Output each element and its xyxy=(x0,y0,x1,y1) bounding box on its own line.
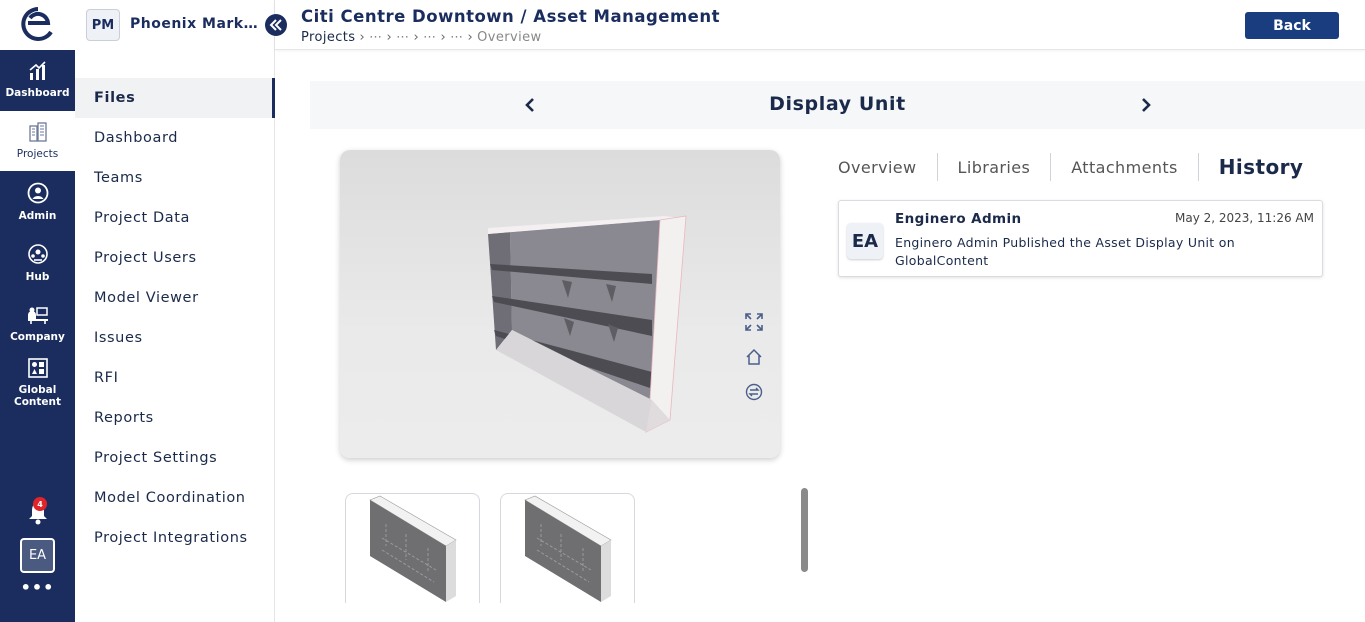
rail-label: Company xyxy=(10,331,65,343)
rail-label: Global Content xyxy=(13,384,62,408)
history-avatar: EA xyxy=(847,223,883,259)
breadcrumb-ellipsis[interactable]: ⋯ xyxy=(369,30,382,45)
double-chevron-left-icon xyxy=(269,19,282,31)
sidebar-item-reports[interactable]: Reports xyxy=(75,398,275,438)
admin-user-icon xyxy=(27,182,49,210)
history-entry: EA Enginero Admin May 2, 2023, 11:26 AM … xyxy=(838,200,1323,277)
rail-item-global-content[interactable]: Global Content xyxy=(0,355,75,411)
more-menu-button[interactable]: ••• xyxy=(0,578,75,597)
rail-item-company[interactable]: Company xyxy=(0,294,75,354)
thumbnail-model-image xyxy=(524,495,612,602)
display-unit-model xyxy=(488,215,687,433)
breadcrumb-ellipsis[interactable]: ⋯ xyxy=(450,30,463,45)
notification-badge: 4 xyxy=(33,497,47,511)
thumbnail-model-image xyxy=(369,495,457,602)
project-header: PM Phoenix Mark… xyxy=(75,0,275,50)
rail-label: Hub xyxy=(25,271,50,283)
project-badge: PM xyxy=(86,9,120,41)
tab-history[interactable]: History xyxy=(1199,153,1324,181)
enginero-logo[interactable] xyxy=(0,0,75,50)
rail-label: Projects xyxy=(16,148,59,160)
sidebar-item-project-users[interactable]: Project Users xyxy=(75,238,275,278)
sidebar-item-rfi[interactable]: RFI xyxy=(75,358,275,398)
project-name[interactable]: Phoenix Mark… xyxy=(130,16,258,32)
rail-item-hub[interactable]: Hub xyxy=(0,233,75,293)
project-nav-list: Files Dashboard Teams Project Data Proje… xyxy=(75,78,275,558)
sidebar-item-project-integrations[interactable]: Project Integrations xyxy=(75,518,275,558)
breadcrumb-separator: › xyxy=(386,30,393,45)
asset-title: Display Unit xyxy=(769,93,906,115)
rail-item-dashboard[interactable]: Dashboard xyxy=(0,50,75,110)
rail-item-admin[interactable]: Admin xyxy=(0,172,75,232)
sidebar-item-project-data[interactable]: Project Data xyxy=(75,198,275,238)
history-message: Enginero Admin Published the Asset Displ… xyxy=(895,235,1235,268)
thumbnail-scrollbar[interactable] xyxy=(801,488,808,572)
rail-label: Admin xyxy=(18,210,57,222)
breadcrumb-current: Overview xyxy=(477,30,542,45)
history-user-name: Enginero Admin xyxy=(895,211,1022,227)
project-sidebar: PM Phoenix Mark… Files Dashboard Teams P… xyxy=(75,0,275,622)
breadcrumb-ellipsis[interactable]: ⋯ xyxy=(396,30,409,45)
breadcrumb-separator: › xyxy=(467,30,474,45)
history-timestamp: May 2, 2023, 11:26 AM xyxy=(1174,211,1314,225)
user-avatar[interactable]: EA xyxy=(20,538,55,573)
next-asset-button[interactable] xyxy=(1136,95,1156,115)
tab-attachments[interactable]: Attachments xyxy=(1051,153,1199,181)
breadcrumb-ellipsis[interactable]: ⋯ xyxy=(423,30,436,45)
asset-title-bar: Display Unit xyxy=(310,81,1365,129)
swap-view-icon[interactable] xyxy=(744,382,764,402)
sidebar-item-files[interactable]: Files xyxy=(75,78,275,118)
asset-tabs: Overview Libraries Attachments History xyxy=(838,150,1323,184)
page-title: Citi Centre Downtown / Asset Management xyxy=(301,7,720,26)
sidebar-item-project-settings[interactable]: Project Settings xyxy=(75,438,275,478)
shapes-icon xyxy=(27,358,48,384)
breadcrumb-separator: › xyxy=(440,30,447,45)
collapse-sidebar-button[interactable] xyxy=(265,14,287,36)
sidebar-item-issues[interactable]: Issues xyxy=(75,318,275,358)
rail-item-projects[interactable]: Projects xyxy=(0,111,75,171)
sidebar-item-teams[interactable]: Teams xyxy=(75,158,275,198)
buildings-icon xyxy=(28,122,48,148)
rail-label: Dashboard xyxy=(5,87,70,99)
breadcrumb-separator: › xyxy=(359,30,366,45)
breadcrumb: Projects › ⋯ › ⋯ › ⋯ › ⋯ › Overview xyxy=(301,30,542,45)
home-view-icon[interactable] xyxy=(744,347,764,367)
sidebar-item-model-viewer[interactable]: Model Viewer xyxy=(75,278,275,318)
asset-thumbnail-1[interactable] xyxy=(345,493,480,603)
back-button[interactable]: Back xyxy=(1245,12,1339,39)
company-icon xyxy=(26,305,50,331)
asset-thumbnail-2[interactable] xyxy=(500,493,635,603)
breadcrumb-separator: › xyxy=(413,30,420,45)
app-root: Dashboard Projects Admin Hub Company Glo… xyxy=(0,0,1365,622)
sidebar-item-model-coordination[interactable]: Model Coordination xyxy=(75,478,275,518)
tab-overview[interactable]: Overview xyxy=(838,153,938,181)
page-header: Citi Centre Downtown / Asset Management … xyxy=(275,0,1365,50)
sidebar-item-dashboard[interactable]: Dashboard xyxy=(75,118,275,158)
bar-chart-icon xyxy=(28,61,48,87)
model-viewer[interactable] xyxy=(340,150,780,458)
fullscreen-icon[interactable] xyxy=(744,312,764,332)
tab-libraries[interactable]: Libraries xyxy=(938,153,1052,181)
main-rail: Dashboard Projects Admin Hub Company Glo… xyxy=(0,0,75,622)
hub-icon xyxy=(27,243,49,271)
chevron-right-icon xyxy=(1142,98,1151,112)
breadcrumb-projects[interactable]: Projects xyxy=(301,30,355,45)
